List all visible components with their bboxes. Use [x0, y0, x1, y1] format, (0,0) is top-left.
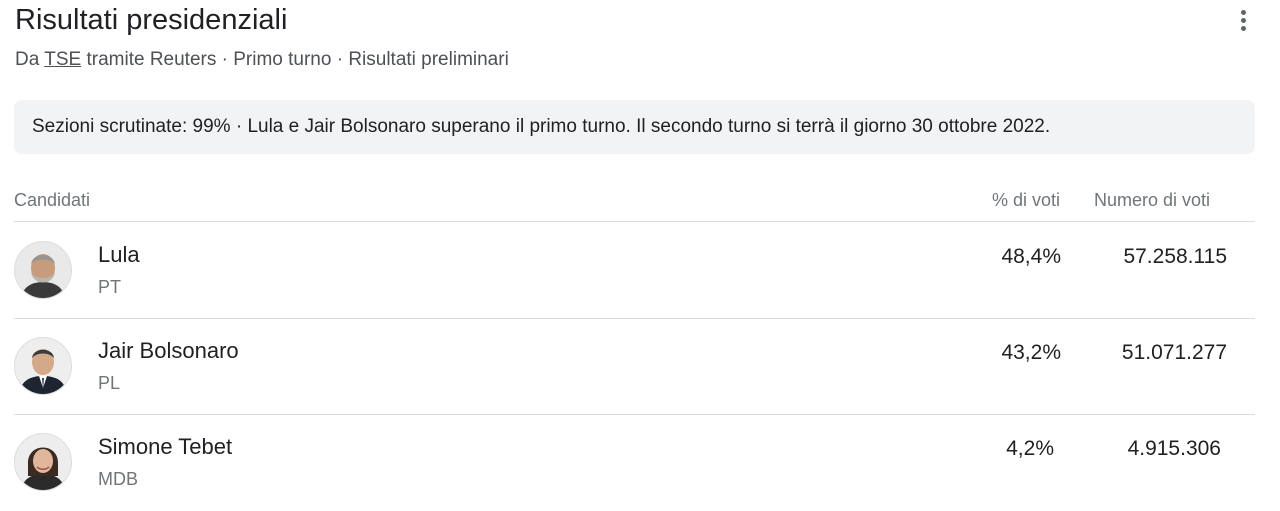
source-line: Da TSE tramite Reuters · Primo turno · R… [15, 49, 509, 71]
avatar [14, 241, 72, 299]
vote-count: 57.258.115 [1123, 245, 1227, 268]
vote-percent: 43,2% [1001, 341, 1061, 364]
table-row[interactable]: Jair Bolsonaro PL 43,2% 51.071.277 [0, 318, 1280, 414]
table-row[interactable]: Simone Tebet MDB 4,2% 4.915.306 [0, 414, 1280, 510]
column-header-percent: % di voti [992, 190, 1061, 210]
vote-count: 51.071.277 [1121, 341, 1227, 364]
source-link[interactable]: TSE [44, 49, 81, 70]
candidate-name: Simone Tebet [98, 434, 233, 459]
source-prefix: Da [15, 49, 40, 70]
vote-count: 4.915.306 [1127, 437, 1221, 460]
candidate-party: MDB [98, 469, 138, 489]
vote-percent: 4,2% [1006, 437, 1054, 460]
page-title: Risultati presidenziali [15, 4, 288, 36]
candidate-party: PL [98, 373, 121, 393]
table-row[interactable]: Lula PT 48,4% 57.258.115 [0, 222, 1280, 318]
source-suffix: tramite Reuters · Primo turno · Risultat… [86, 49, 509, 70]
column-header-candidates: Candidati [14, 190, 91, 210]
candidate-name: Jair Bolsonaro [98, 338, 239, 363]
status-banner-text: Sezioni scrutinate: 99% · Lula e Jair Bo… [32, 116, 1051, 137]
avatar [14, 337, 72, 395]
vote-percent: 48,4% [1001, 245, 1061, 268]
status-banner: Sezioni scrutinate: 99% · Lula e Jair Bo… [14, 100, 1255, 154]
more-vert-icon[interactable] [1236, 8, 1252, 34]
candidate-party: PT [98, 277, 122, 297]
candidate-name: Lula [98, 242, 140, 267]
avatar [14, 433, 72, 491]
column-header-votes: Numero di voti [1094, 190, 1211, 210]
